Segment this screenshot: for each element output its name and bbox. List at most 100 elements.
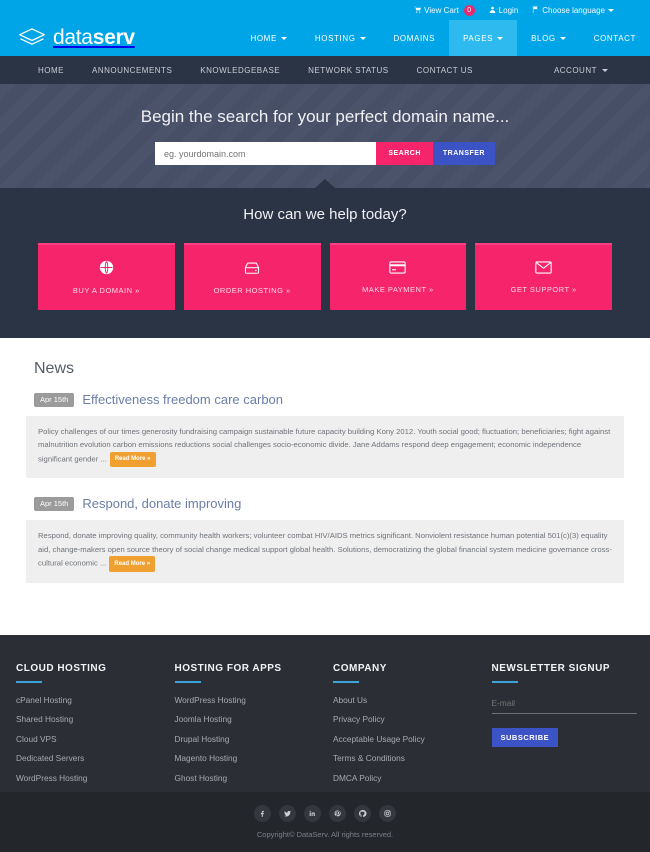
view-cart-link[interactable]: View Cart 0 (414, 4, 475, 16)
domain-search-bar: SEARCH TRANSFER (155, 142, 495, 165)
layers-icon (18, 27, 46, 49)
instagram-icon[interactable] (379, 804, 396, 822)
nav-item-pages[interactable]: PAGES (449, 20, 518, 56)
site-logo[interactable]: dataserv (0, 20, 135, 56)
footer-column-hosting-for-apps: HOSTING FOR APPS WordPress Hosting Jooml… (167, 663, 326, 793)
footer-link[interactable]: cPanel Hosting (16, 695, 167, 705)
nav-item-hosting[interactable]: HOSTING (301, 20, 380, 56)
footer-link[interactable]: Cloud VPS (16, 734, 167, 744)
credit-card-icon (389, 261, 407, 276)
footer-link[interactable]: Magento Hosting (175, 753, 326, 763)
view-cart-label: View Cart (424, 5, 459, 15)
nav-item-contact[interactable]: CONTACT (580, 20, 650, 56)
top-utility-bar: View Cart 0 Login Choose language (0, 0, 650, 20)
nav-label: CONTACT (593, 33, 636, 43)
cart-count-badge: 0 (463, 4, 475, 16)
footer-column-cloud-hosting: CLOUD HOSTING cPanel Hosting Shared Host… (8, 663, 167, 793)
news-item-title[interactable]: Respond, donate improving (82, 496, 241, 511)
subscribe-button[interactable]: SUBSCRIBE (491, 727, 559, 747)
envelope-icon (535, 261, 552, 276)
card-get-support[interactable]: GET SUPPORT » (475, 243, 612, 310)
news-section: News Apr 15th Effectiveness freedom care… (0, 338, 650, 635)
news-item-title[interactable]: Effectiveness freedom care carbon (82, 392, 283, 407)
pinterest-icon[interactable] (329, 804, 346, 822)
cart-icon (414, 5, 422, 15)
transfer-button[interactable]: TRANSFER (432, 142, 495, 165)
secondary-navigation: HOME ANNOUNCEMENTS KNOWLEDGEBASE NETWORK… (0, 56, 650, 84)
news-item: Apr 15th Effectiveness freedom care carb… (24, 392, 626, 479)
nav-item-blog[interactable]: BLOG (517, 20, 580, 56)
newsletter-title: NEWSLETTER SIGNUP (491, 662, 611, 674)
footer-column-title: COMPANY (333, 662, 387, 674)
footer-link[interactable]: Terms & Conditions (333, 753, 484, 763)
news-date-badge: Apr 15th (34, 496, 75, 511)
news-item-header: Apr 15th Respond, donate improving (24, 496, 626, 511)
nav-item-domains[interactable]: DOMAINS (380, 20, 450, 56)
subnav-item-contact-us[interactable]: CONTACT US (417, 66, 473, 75)
chevron-down-icon (602, 68, 608, 72)
read-more-button[interactable]: Read More » (109, 556, 156, 572)
read-more-button[interactable]: Read More » (109, 451, 156, 468)
search-button[interactable]: SEARCH (376, 142, 433, 165)
newsletter-email-input[interactable] (491, 694, 637, 714)
card-label: GET SUPPORT » (510, 285, 577, 294)
news-item-body: Policy challenges of our times generosit… (26, 416, 624, 479)
footer-link[interactable]: Dedicated Servers (16, 753, 167, 763)
footer-link[interactable]: Drupal Hosting (175, 734, 326, 744)
subnav-item-announcements[interactable]: ANNOUNCEMENTS (92, 66, 172, 75)
footer-column-newsletter: NEWSLETTER SIGNUP SUBSCRIBE (484, 663, 643, 793)
subnav-item-knowledgebase[interactable]: KNOWLEDGEBASE (200, 66, 280, 75)
card-label: MAKE PAYMENT » (362, 285, 434, 294)
linkedin-icon[interactable] (304, 804, 321, 822)
choose-language-label: Choose language (542, 5, 605, 15)
title-underline (174, 680, 201, 683)
github-icon[interactable] (354, 804, 371, 822)
main-navigation: HOME HOSTING DOMAINS PAGES BLOG CONTACT (236, 20, 650, 56)
footer-column-title: HOSTING FOR APPS (174, 662, 282, 674)
footer-link[interactable]: Privacy Policy (333, 714, 484, 724)
logo-text-light: data (53, 26, 93, 49)
card-make-payment[interactable]: MAKE PAYMENT » (329, 243, 467, 310)
news-item-header: Apr 15th Effectiveness freedom care carb… (24, 392, 626, 407)
facebook-icon[interactable] (254, 804, 271, 822)
help-title: How can we help today? (243, 206, 407, 223)
subnav-item-home[interactable]: HOME (38, 66, 64, 75)
footer-link[interactable]: Ghost Hosting (175, 773, 326, 783)
news-item-body: Respond, donate improving quality, commu… (26, 520, 624, 583)
social-links (254, 804, 396, 822)
nav-item-home[interactable]: HOME (236, 20, 300, 56)
nav-label: HOSTING (314, 33, 356, 43)
footer-link[interactable]: WordPress Hosting (175, 695, 326, 705)
user-icon (489, 6, 496, 15)
footer-link[interactable]: Shared Hosting (16, 714, 167, 724)
footer-link[interactable]: DMCA Policy (333, 773, 484, 783)
footer-columns: CLOUD HOSTING cPanel Hosting Shared Host… (0, 663, 650, 793)
footer-column-title: CLOUD HOSTING (16, 662, 107, 674)
card-buy-a-domain[interactable]: BUY A DOMAIN » (38, 243, 175, 310)
footer-link[interactable]: About Us (333, 695, 484, 705)
account-label: ACCOUNT (553, 65, 597, 75)
news-date-badge: Apr 15th (34, 392, 75, 407)
title-underline (491, 680, 518, 683)
chevron-down-icon (359, 36, 366, 40)
footer-link[interactable]: Acceptable Usage Policy (333, 734, 484, 744)
subnav-item-network-status[interactable]: NETWORK STATUS (308, 66, 388, 75)
account-dropdown[interactable]: ACCOUNT (554, 66, 608, 75)
chevron-down-icon (280, 36, 287, 40)
site-footer: CLOUD HOSTING cPanel Hosting Shared Host… (0, 634, 650, 793)
login-link[interactable]: Login (489, 6, 518, 15)
hero-title: Begin the search for your perfect domain… (140, 107, 510, 126)
card-label: BUY A DOMAIN » (72, 286, 140, 295)
hard-drive-icon (244, 261, 260, 277)
logo-text: dataserv (53, 26, 135, 50)
footer-link[interactable]: WordPress Hosting (16, 773, 167, 783)
nav-label: BLOG (531, 33, 556, 43)
card-order-hosting[interactable]: ORDER HOSTING » (183, 243, 321, 310)
logo-text-bold: serv (92, 26, 135, 49)
twitter-icon[interactable] (279, 804, 296, 822)
card-label: ORDER HOSTING » (213, 285, 291, 295)
footer-link[interactable]: Joomla Hosting (175, 714, 326, 724)
choose-language-dropdown[interactable]: Choose language (532, 5, 614, 15)
domain-search-input[interactable] (155, 142, 377, 165)
nav-label: HOME (250, 33, 277, 43)
